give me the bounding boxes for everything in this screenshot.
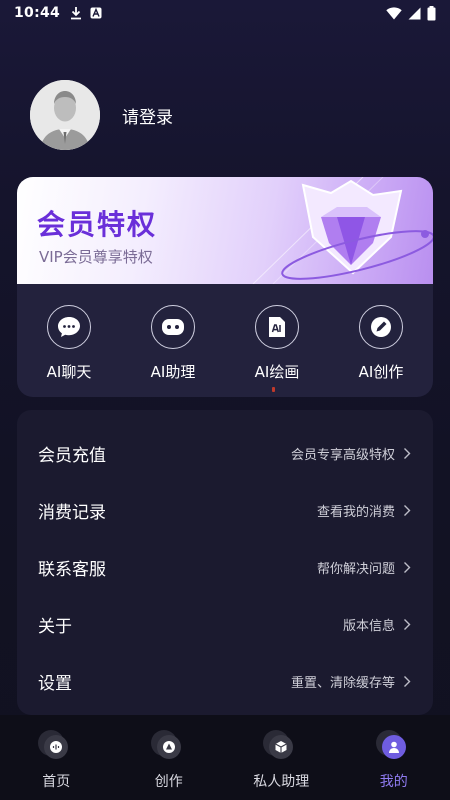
default-avatar-icon [30,80,100,150]
profile-icon [388,741,399,753]
tab-create-icon-wrap [150,730,183,761]
chevron-right-icon [403,675,413,689]
vip-banner[interactable]: 会员特权 VIP会员尊享特权 [17,177,433,284]
decorative-dot [272,387,275,392]
robot-face-icon [162,319,184,335]
chevron-right-icon [403,447,413,461]
menu-item-customer-service[interactable]: 联系客服 帮你解决问题 [17,539,433,596]
tab-home-icon-wrap [38,730,70,761]
ai-creation-label: AI创作 [358,363,404,381]
ai-chat-label: AI聊天 [46,363,92,381]
app-a-icon [90,7,102,19]
battery-icon [427,5,436,20]
status-bar: 10:44 [0,0,450,26]
vip-subtitle: VIP会员尊享特权 [39,248,153,266]
vip-title: 会员特权 [37,208,158,241]
home-voice-icon [50,741,63,753]
menu-item-settings[interactable]: 设置 重置、清除缓存等 [17,653,433,710]
tab-assistant[interactable]: 私人助理 [225,715,338,800]
menu-desc: 查看我的消费 [316,505,395,520]
menu-title: 会员充值 [38,446,106,466]
tab-mine[interactable]: 我的 [338,715,450,800]
menu-title: 消费记录 [38,503,106,523]
ai-chat-item[interactable]: AI聊天 [17,284,121,397]
bottom-tab-bar: 首页 创作 私人助理 我的 [0,715,450,800]
tab-home[interactable]: 首页 [0,715,113,800]
pen-icon [371,317,391,337]
ai-drawing-icon-wrap [255,305,299,349]
chevron-right-icon [403,561,413,575]
chevron-right-icon [403,504,413,518]
menu-title: 联系客服 [38,560,106,580]
menu-desc: 会员专享高级特权 [290,448,395,463]
diamond-badge-icon [252,177,433,284]
create-icon [162,741,175,753]
tab-mine-icon-wrap [375,730,408,761]
vip-card: 会员特权 VIP会员尊享特权 AI聊天 AI助理 AI绘画 AI创作 [17,177,433,397]
menu-item-recharge[interactable]: 会员充值 会员专享高级特权 [17,425,433,482]
chat-bubble-icon [58,317,80,337]
tab-label: 首页 [42,774,71,790]
menu-desc: 版本信息 [342,619,395,634]
tab-label: 我的 [379,774,408,790]
ai-feature-row: AI聊天 AI助理 AI绘画 AI创作 [17,284,433,397]
profile-header[interactable]: 请登录 [30,80,173,150]
tab-label: 创作 [154,774,183,790]
tab-assistant-icon-wrap [263,730,295,761]
status-time: 10:44 [14,5,61,21]
wifi-icon [386,6,402,19]
ai-drawing-item[interactable]: AI绘画 [225,284,329,397]
ai-creation-icon-wrap [359,305,403,349]
avatar[interactable] [30,80,100,150]
ai-assistant-label: AI助理 [150,363,196,381]
tab-label: 私人助理 [253,774,310,790]
menu-desc: 帮你解决问题 [316,562,395,577]
ai-assistant-icon-wrap [151,305,195,349]
download-icon [71,7,82,20]
menu-title: 关于 [38,617,72,637]
ai-creation-item[interactable]: AI创作 [329,284,433,397]
ai-assistant-item[interactable]: AI助理 [121,284,225,397]
chevron-right-icon [403,618,413,632]
ai-chat-icon-wrap [47,305,91,349]
settings-menu: 会员充值 会员专享高级特权 消费记录 查看我的消费 联系客服 帮你解决问题 关于… [17,410,433,715]
tab-create[interactable]: 创作 [113,715,226,800]
ai-drawing-label: AI绘画 [254,363,300,381]
menu-item-purchase-history[interactable]: 消费记录 查看我的消费 [17,482,433,539]
assistant-cube-icon [275,741,288,753]
menu-item-about[interactable]: 关于 版本信息 [17,596,433,653]
ai-image-icon [269,317,285,337]
signal-icon [408,7,421,19]
menu-desc: 重置、清除缓存等 [290,676,395,691]
login-prompt[interactable]: 请登录 [122,103,173,128]
menu-title: 设置 [38,674,72,694]
